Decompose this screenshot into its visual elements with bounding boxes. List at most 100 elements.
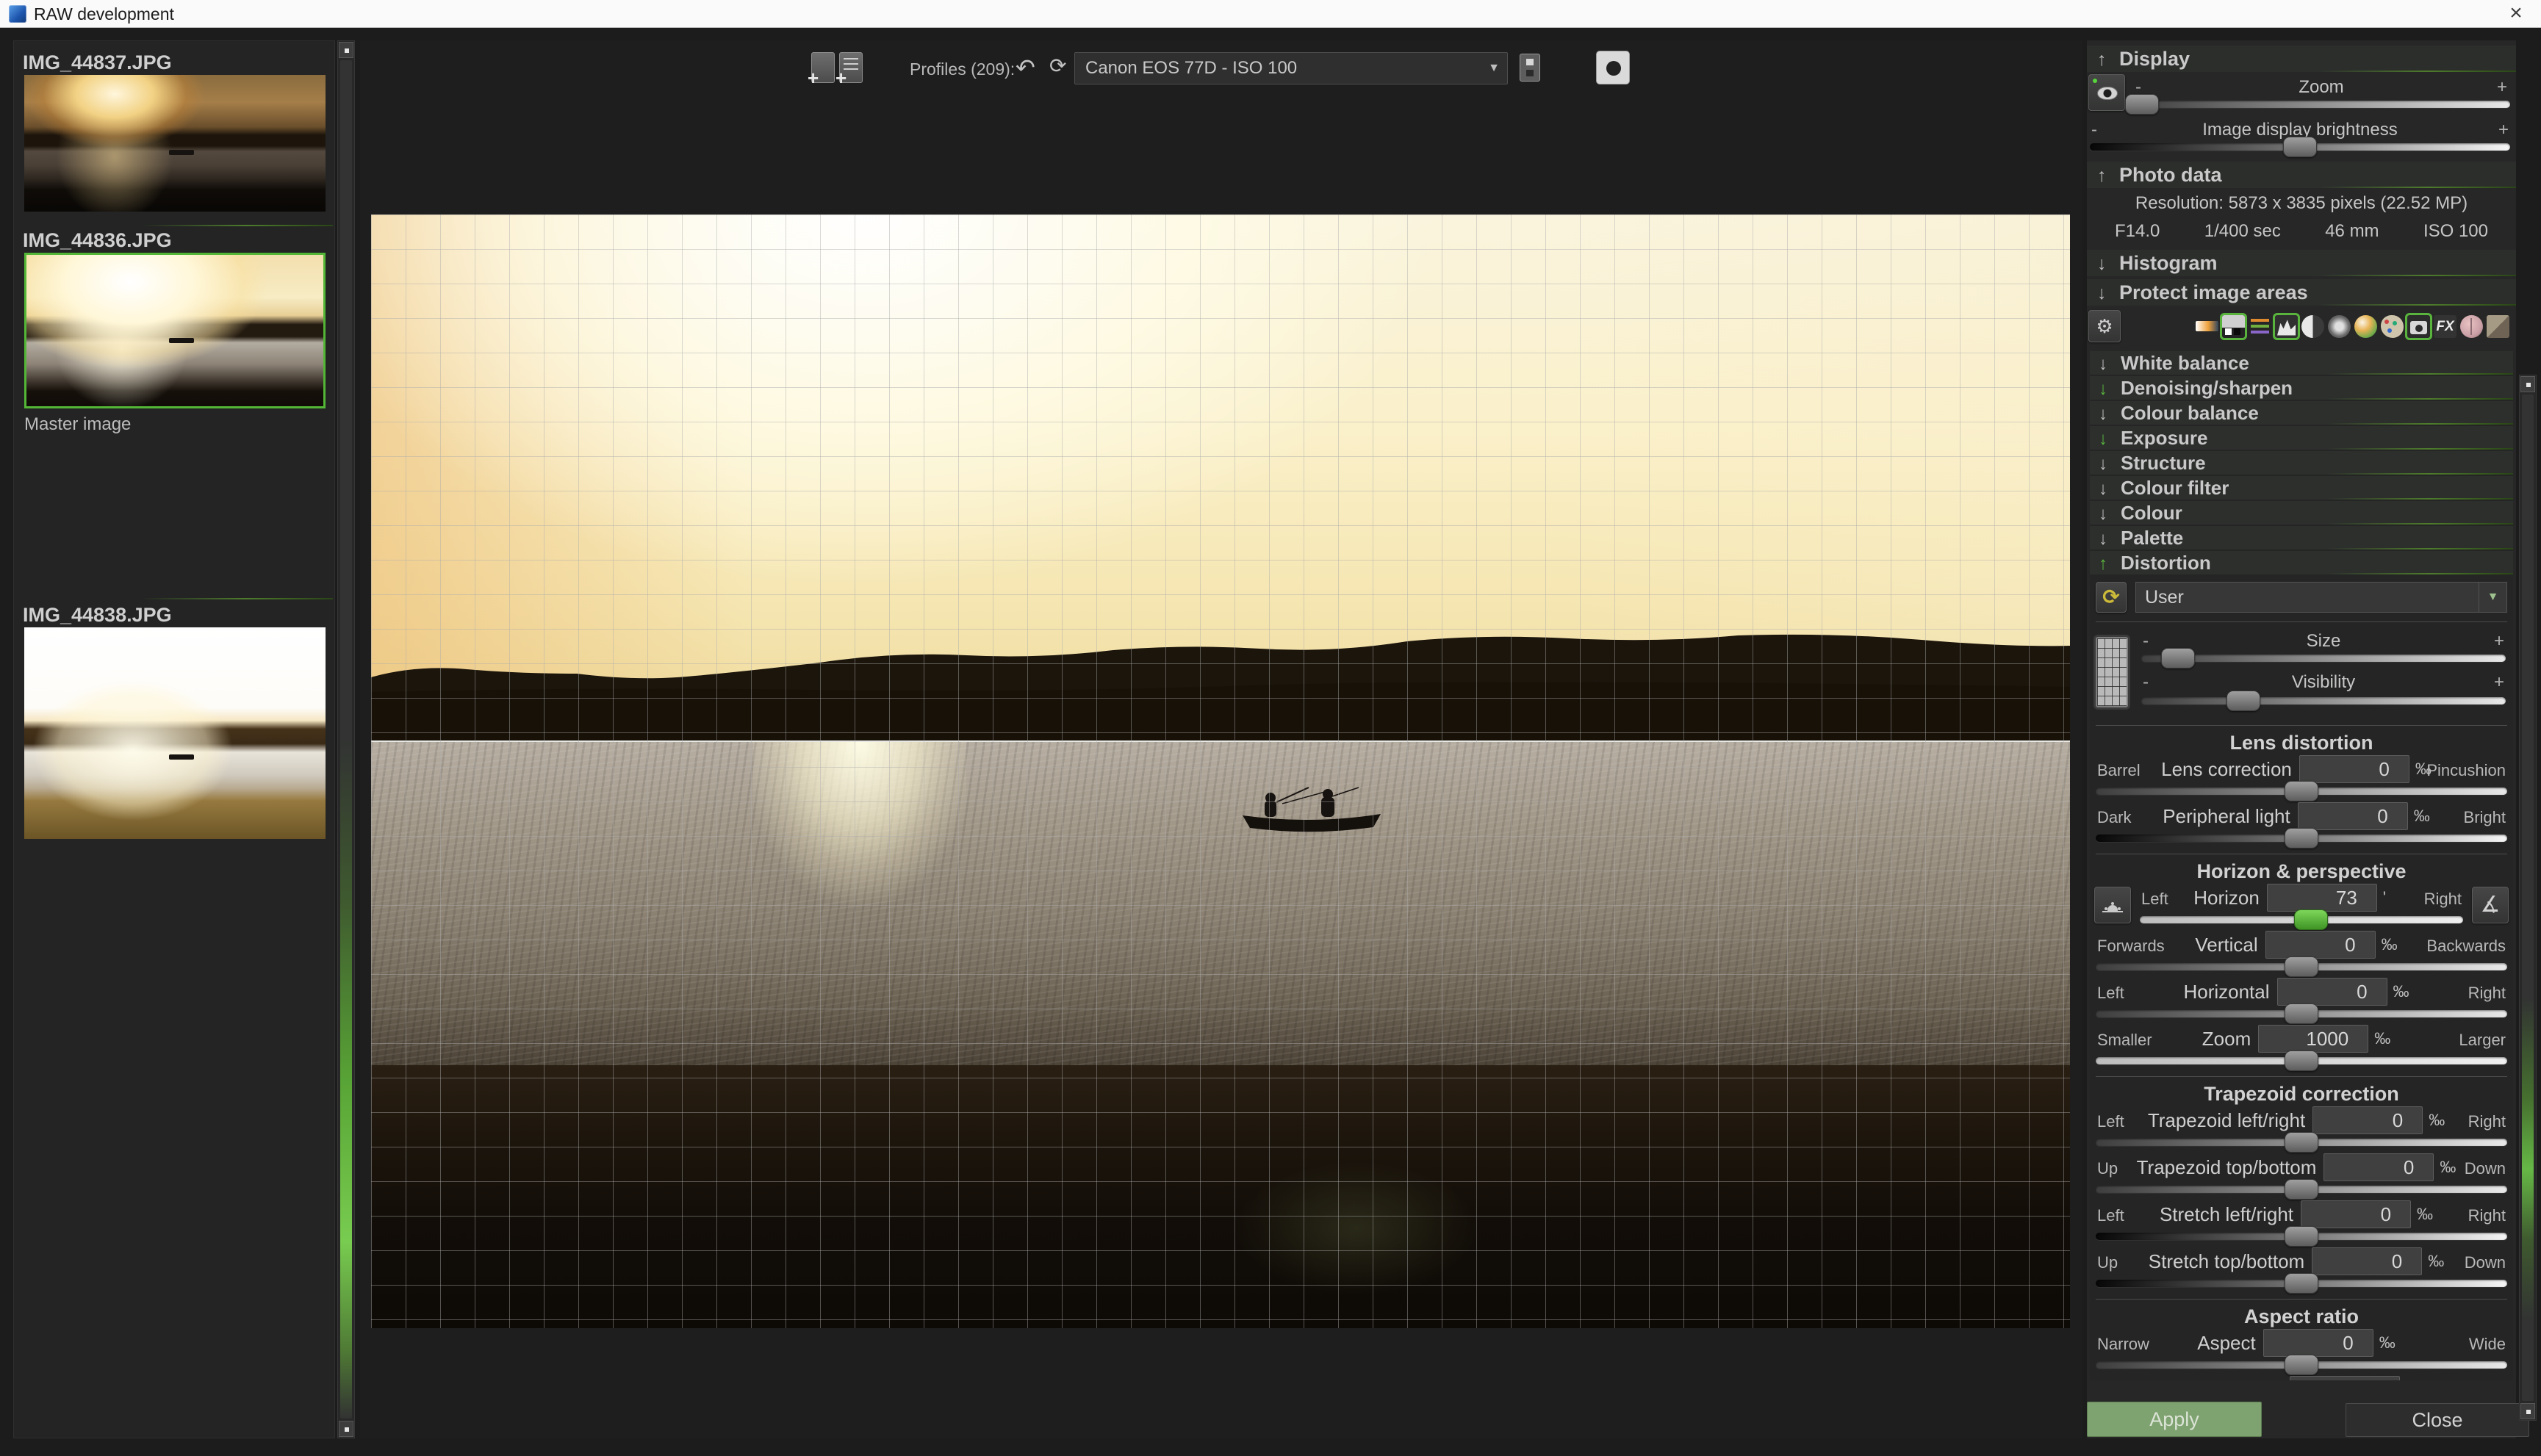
slider-track[interactable] (2096, 1361, 2507, 1369)
cube-icon[interactable] (2487, 315, 2509, 338)
slider-value-input[interactable]: 0 (2277, 978, 2387, 1006)
slider-track[interactable] (2096, 1233, 2507, 1240)
add-profile-settings-icon[interactable] (839, 52, 863, 83)
mountains-icon[interactable] (2275, 315, 2298, 338)
slider-track[interactable] (2096, 788, 2507, 795)
image-preview[interactable] (371, 215, 2070, 1328)
slider-thumb[interactable] (2285, 1050, 2318, 1071)
thumbnail-selected[interactable] (24, 253, 326, 408)
panel-scroll-track[interactable] (2522, 394, 2534, 1401)
slider-thumb[interactable] (2285, 1226, 2318, 1247)
profile-select[interactable]: Canon EOS 77D - ISO 100 ▼ (1074, 52, 1508, 84)
section-colour[interactable]: ↓Colour (2090, 501, 2513, 525)
section-palette[interactable]: ↓Palette (2090, 526, 2513, 549)
slider-value-input[interactable]: 0 (2301, 1200, 2411, 1228)
section-structure[interactable]: ↓Structure (2090, 451, 2513, 475)
slider-thumb[interactable] (2285, 1273, 2318, 1294)
grid-visibility-thumb[interactable] (2226, 691, 2260, 711)
window-close-button[interactable]: × (2501, 0, 2531, 26)
slider-thumb[interactable] (2285, 956, 2318, 977)
section-distortion[interactable]: ↑Distortion (2090, 551, 2513, 574)
panel-scroll-down-button[interactable] (2520, 1403, 2535, 1419)
display-zoom-slider[interactable] (2132, 101, 2510, 108)
section-denoising-sharpen[interactable]: ↓Denoising/sharpen (2090, 376, 2513, 400)
angle-measure-icon[interactable]: ∡ (2472, 887, 2509, 923)
grid-icon[interactable] (2096, 637, 2128, 707)
section-display[interactable]: ↑Display (2087, 46, 2516, 72)
grid-size-slider[interactable] (2141, 655, 2506, 662)
slider-thumb[interactable] (2285, 1132, 2318, 1153)
panel-scroll-up-button[interactable] (2520, 376, 2535, 392)
section-colour-filter[interactable]: ↓Colour filter (2090, 476, 2513, 500)
distortion-preset-select[interactable]: User ▼ (2135, 582, 2507, 613)
add-profile-icon[interactable] (811, 52, 835, 83)
collapse-down-icon: ↓ (2099, 453, 2121, 476)
show-original-icon[interactable] (1596, 51, 1630, 84)
fx-icon[interactable]: FX (2434, 315, 2456, 338)
slider-value-input[interactable]: 0 (2299, 755, 2409, 783)
slider-thumb[interactable] (2285, 1355, 2318, 1375)
vignette-icon[interactable] (2328, 315, 2351, 338)
slider-track[interactable] (2096, 1010, 2507, 1017)
slider-track[interactable] (2096, 1139, 2507, 1146)
grid-visibility-slider[interactable] (2141, 697, 2506, 704)
sidebar-scrollbar[interactable] (337, 40, 355, 1438)
reset-preset-icon[interactable]: ⟳ (2096, 582, 2127, 613)
contrast-icon[interactable] (2301, 315, 2324, 338)
brain-icon[interactable] (2460, 315, 2483, 338)
slider-thumb[interactable] (2285, 1179, 2318, 1200)
slider-thumb[interactable] (2285, 828, 2318, 848)
display-brightness-slider[interactable] (2090, 143, 2510, 151)
slider-thumb[interactable] (2285, 781, 2318, 801)
slider-value-input[interactable]: 0 (2312, 1106, 2423, 1134)
apply-button[interactable]: Apply (2087, 1402, 2262, 1437)
slider-track[interactable] (2096, 835, 2507, 842)
slider-thumb[interactable] (2294, 909, 2328, 930)
save-profile-icon[interactable] (1520, 54, 1540, 82)
undo-icon[interactable]: ↶ (1016, 54, 1035, 82)
slider-value-input[interactable]: 0 (2312, 1247, 2422, 1275)
refresh-icon[interactable]: ⟳ (1049, 54, 1066, 78)
section-protect-areas[interactable]: ↓Protect image areas (2087, 279, 2516, 306)
slider-value-input[interactable]: 0 (2265, 931, 2376, 959)
levels-icon[interactable] (2222, 315, 2245, 338)
slider-unit: ‰ (2374, 1029, 2401, 1048)
slider-value-input[interactable]: 0 (2263, 1329, 2373, 1357)
grid-size-thumb[interactable] (2161, 648, 2195, 668)
slider-value-input[interactable]: 73 (2267, 884, 2377, 912)
slider-value-input[interactable]: 1000 (2258, 1025, 2368, 1053)
slider-track[interactable] (2140, 916, 2463, 923)
palette-icon[interactable] (2381, 315, 2404, 338)
slider-track[interactable] (2096, 963, 2507, 970)
section-colour-balance[interactable]: ↓Colour balance (2090, 401, 2513, 425)
slider-track[interactable] (2096, 1186, 2507, 1193)
gradient-icon[interactable] (2196, 321, 2218, 331)
panel-scrollbar[interactable] (2519, 375, 2537, 1421)
sidebar-scroll-up-button[interactable] (339, 42, 353, 58)
slider-value-input[interactable]: 0 (2323, 1153, 2434, 1181)
slider-value-input[interactable]: 0 (2290, 1376, 2400, 1380)
slider-value-input[interactable]: 0 (2298, 802, 2408, 830)
section-histogram[interactable]: ↓Histogram (2087, 250, 2516, 276)
sidebar-scroll-track[interactable] (340, 60, 352, 1419)
horizon-icon[interactable] (2094, 887, 2131, 923)
gear-icon[interactable]: ⚙ (2088, 310, 2121, 342)
display-brightness-thumb[interactable] (2283, 137, 2317, 157)
collapse-down-icon: ↓ (2099, 378, 2121, 401)
slider-thumb[interactable] (2285, 1003, 2318, 1024)
display-zoom-thumb[interactable] (2125, 94, 2159, 115)
curves-icon[interactable] (2249, 315, 2271, 338)
slider-stretch-top-bottom: UpStretch top/bottom0‰Down (2094, 1247, 2509, 1294)
section-white-balance[interactable]: ↓White balance (2090, 351, 2513, 375)
camera-icon[interactable] (2407, 315, 2430, 338)
section-exposure[interactable]: ↓Exposure (2090, 426, 2513, 450)
slider-track[interactable] (2096, 1280, 2507, 1287)
close-button[interactable]: Close (2346, 1403, 2529, 1437)
colour-sphere-icon[interactable] (2354, 315, 2377, 338)
sidebar-scroll-down-button[interactable] (339, 1421, 353, 1437)
thumbnail-item[interactable] (24, 75, 326, 212)
section-photo-data[interactable]: ↑Photo data (2087, 162, 2516, 188)
slider-track[interactable] (2096, 1057, 2507, 1064)
eye-toggle-button[interactable] (2088, 74, 2125, 111)
thumbnail-item[interactable] (24, 627, 326, 839)
